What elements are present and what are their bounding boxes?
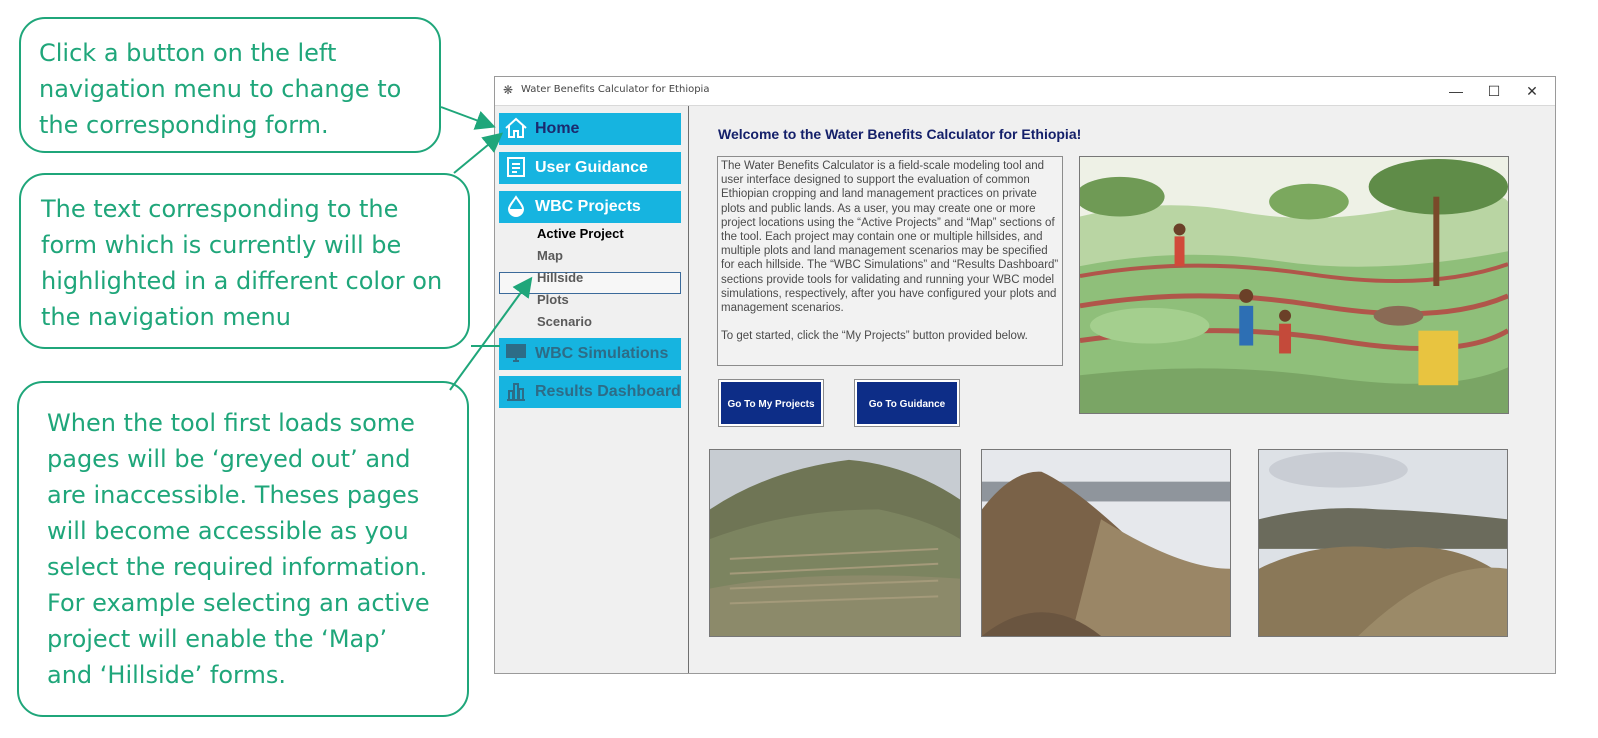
minimize-button[interactable]: — bbox=[1441, 80, 1471, 102]
intro-textbox: The Water Benefits Calculator is a field… bbox=[717, 156, 1063, 366]
bar-chart-icon bbox=[507, 383, 525, 401]
app-icon: ❋ bbox=[502, 83, 514, 97]
app-window: ❋ Water Benefits Calculator for Ethiopia… bbox=[494, 76, 1556, 674]
maximize-button[interactable]: ☐ bbox=[1479, 80, 1509, 102]
go-to-guidance-button[interactable]: Go To Guidance bbox=[854, 379, 960, 427]
welcome-heading: Welcome to the Water Benefits Calculator… bbox=[718, 126, 1082, 142]
callout-greyed-out: When the tool first loads some pages wil… bbox=[17, 381, 469, 717]
callout-greyed-out-text: When the tool first loads some pages wil… bbox=[47, 409, 430, 689]
nav-home-label: Home bbox=[535, 120, 580, 137]
get-started-text: To get started, click the “My Projects” … bbox=[721, 330, 1028, 343]
callout-navigation: Click a button on the left navigation me… bbox=[19, 17, 441, 153]
close-button[interactable]: ✕ bbox=[1517, 80, 1547, 102]
nav-wbc-simulations-button[interactable]: WBC Simulations bbox=[499, 338, 681, 370]
nav-sub-plots[interactable]: Plots bbox=[537, 292, 569, 307]
title-bar: ❋ Water Benefits Calculator for Ethiopia… bbox=[495, 77, 1555, 106]
nav-sub-hillside[interactable]: Hillside bbox=[537, 270, 583, 285]
water-drop-icon bbox=[507, 195, 525, 217]
navigation-menu: Home User Guidance WBC Projects Active P… bbox=[495, 106, 689, 673]
nav-wbc-projects-button[interactable]: WBC Projects bbox=[499, 191, 681, 223]
nav-results-dashboard-label: Results Dashboard bbox=[535, 383, 681, 400]
nav-wbc-projects-label: WBC Projects bbox=[535, 198, 641, 215]
nav-results-dashboard-button[interactable]: Results Dashboard bbox=[499, 376, 681, 408]
map-highlight-box bbox=[499, 272, 681, 294]
arrow-to-home bbox=[440, 106, 496, 130]
hillside-photo-3 bbox=[1258, 449, 1508, 637]
nav-sub-map[interactable]: Map bbox=[537, 248, 563, 263]
go-to-my-projects-button[interactable]: Go To My Projects bbox=[718, 379, 824, 427]
hillside-photo-1 bbox=[709, 449, 961, 637]
home-icon bbox=[505, 117, 527, 138]
nav-sub-active-project[interactable]: Active Project bbox=[537, 226, 624, 241]
callout-highlight: The text corresponding to the form which… bbox=[19, 173, 470, 349]
hillside-photo-2 bbox=[981, 449, 1231, 637]
intro-paragraph: The Water Benefits Calculator is a field… bbox=[721, 160, 1059, 315]
nav-user-guidance-label: User Guidance bbox=[535, 159, 648, 176]
nav-home-button[interactable]: Home bbox=[499, 113, 681, 145]
window-title: Water Benefits Calculator for Ethiopia bbox=[521, 84, 710, 95]
farming-illustration bbox=[1079, 156, 1509, 414]
callout-highlight-text: The text corresponding to the form which… bbox=[41, 195, 443, 331]
home-form: Welcome to the Water Benefits Calculator… bbox=[689, 106, 1555, 673]
document-icon bbox=[507, 157, 525, 177]
nav-user-guidance-button[interactable]: User Guidance bbox=[499, 152, 681, 184]
callout-navigation-text: Click a button on the left navigation me… bbox=[39, 39, 402, 139]
monitor-icon bbox=[506, 344, 526, 362]
nav-sub-scenario[interactable]: Scenario bbox=[537, 314, 592, 329]
nav-wbc-simulations-label: WBC Simulations bbox=[535, 345, 669, 362]
